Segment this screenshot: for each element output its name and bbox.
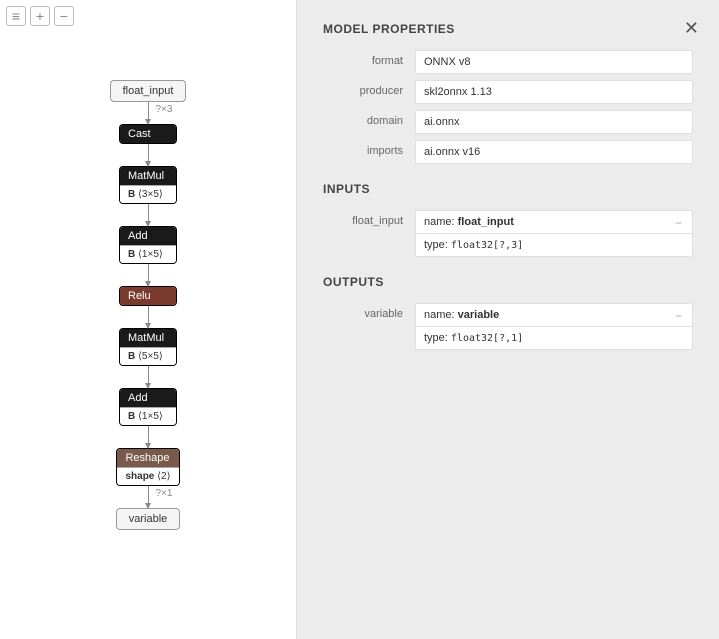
panel-title: MODEL PROPERTIES [323,22,693,36]
prop-value: ai.onnx v16 [415,140,693,164]
edge [148,204,149,226]
op-attr: shape ⟨2⟩ [117,467,178,485]
edge [148,426,149,448]
output-row: variablename: variable−type: float32[?,1… [323,303,693,350]
toolbar: ≡ + − [6,6,74,26]
input-node[interactable]: float_input [110,80,187,102]
edge-label: ?×3 [156,104,173,115]
prop-row: importsai.onnx v16 [323,140,693,164]
inputs-title: INPUTS [323,182,693,196]
op-node-matmul[interactable]: MatMulB ⟨3×5⟩ [119,166,177,204]
op-header: Relu [120,287,176,305]
properties-panel: ✕ MODEL PROPERTIES formatONNX v8producer… [296,0,719,639]
input-label: float_input [323,210,415,227]
op-node-matmul[interactable]: MatMulB ⟨5×5⟩ [119,328,177,366]
op-header: Reshape [117,449,178,467]
close-icon[interactable]: ✕ [684,18,699,39]
op-header: Add [120,227,176,245]
op-node-add[interactable]: AddB ⟨1×5⟩ [119,388,177,426]
prop-label: producer [323,80,415,97]
op-header: MatMul [120,329,176,347]
prop-label: domain [323,110,415,127]
edge: ?×3 [148,102,149,124]
op-attr: B ⟨5×5⟩ [120,347,176,365]
prop-value: skl2onnx 1.13 [415,80,693,104]
outputs-title: OUTPUTS [323,275,693,289]
edge [148,366,149,388]
zoom-in-button[interactable]: + [30,6,50,26]
op-header: MatMul [120,167,176,185]
op-header: Add [120,389,176,407]
output-node[interactable]: variable [116,508,181,530]
edge [148,144,149,166]
input-type: type: float32[?,3] [415,233,693,257]
output-label: variable [323,303,415,320]
graph-panel: ≡ + − float_input?×3CastMatMulB ⟨3×5⟩Add… [0,0,296,639]
collapse-icon[interactable]: − [675,309,682,323]
edge: ?×1 [148,486,149,508]
op-header: Cast [120,125,176,143]
op-attr: B ⟨1×5⟩ [120,245,176,263]
menu-button[interactable]: ≡ [6,6,26,26]
prop-label: imports [323,140,415,157]
output-name: name: variable− [415,303,693,326]
collapse-icon[interactable]: − [675,216,682,230]
prop-value: ai.onnx [415,110,693,134]
edge-label: ?×1 [156,488,173,499]
prop-value: ONNX v8 [415,50,693,74]
op-attr: B ⟨3×5⟩ [120,185,176,203]
input-name: name: float_input− [415,210,693,233]
op-attr: B ⟨1×5⟩ [120,407,176,425]
op-node-reshape[interactable]: Reshapeshape ⟨2⟩ [116,448,179,486]
prop-label: format [323,50,415,67]
input-row: float_inputname: float_input−type: float… [323,210,693,257]
prop-row: domainai.onnx [323,110,693,134]
output-type: type: float32[?,1] [415,326,693,350]
op-node-cast[interactable]: Cast [119,124,177,144]
zoom-out-button[interactable]: − [54,6,74,26]
op-node-relu[interactable]: Relu [119,286,177,306]
prop-row: formatONNX v8 [323,50,693,74]
edge [148,264,149,286]
op-node-add[interactable]: AddB ⟨1×5⟩ [119,226,177,264]
edge [148,306,149,328]
prop-row: producerskl2onnx 1.13 [323,80,693,104]
